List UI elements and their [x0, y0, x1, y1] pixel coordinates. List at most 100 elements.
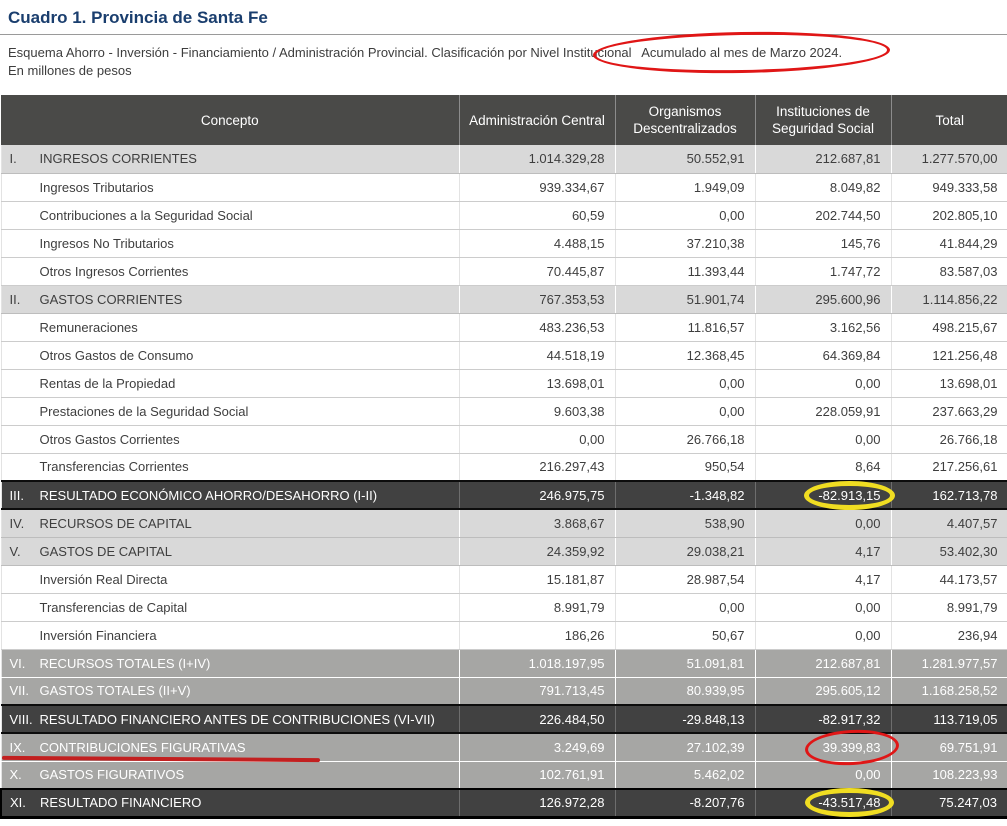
value-text: 0,00 [579, 431, 605, 447]
value-cell: 5.462,02 [615, 761, 756, 790]
subtitle-line: Esquema Ahorro - Inversión - Financiamie… [8, 44, 999, 61]
table-row: Transferencias de Capital 8.991,79 0,00 0,0… [0, 593, 1007, 622]
row-label: GASTOS TOTALES (II+V) [39, 683, 191, 699]
concept-cell: Ingresos No Tributarios [0, 229, 460, 258]
value-cell: 217.256,61 [891, 453, 1007, 482]
value-cell: 51.091,81 [615, 649, 756, 678]
value-text: 295.600,96 [815, 291, 881, 307]
value-text: 212.687,81 [815, 655, 881, 671]
table-row: Otros Gastos Corrientes 0,00 26.766,18 0,00… [0, 425, 1007, 454]
concept-cell: Rentas de la Propiedad [0, 369, 460, 398]
value-cell: 121.256,48 [891, 341, 1007, 370]
row-label: Inversión Financiera [39, 627, 157, 643]
table-row: X. GASTOS FIGURATIVOS 102.761,91 5.462,02 0,… [0, 761, 1007, 790]
table-row: I. INGRESOS CORRIENTES 1.014.329,28 50.552,… [0, 145, 1007, 174]
concept-cell: Remuneraciones [0, 313, 460, 342]
value-cell: 0,00 [615, 201, 756, 230]
value-text: 0,00 [855, 627, 881, 643]
value-text: 1.014.329,28 [528, 151, 605, 167]
value-text: 1.281.977,57 [921, 655, 998, 671]
value-cell: 4.407,57 [891, 509, 1007, 538]
row-label: RESULTADO FINANCIERO [40, 795, 202, 811]
header-administracion-central: Administración Central [459, 95, 616, 145]
row-numeral: IX. [9, 739, 26, 755]
concept-cell: Transferencias Corrientes [0, 453, 460, 482]
value-text: 3.868,67 [553, 515, 605, 531]
row-numeral: X. [9, 767, 22, 783]
value-cell: 498.215,67 [891, 313, 1007, 342]
page-title: Cuadro 1. Provincia de Santa Fe [8, 8, 268, 27]
concept-cell: Inversión Real Directa [0, 565, 460, 594]
row-label: Ingresos Tributarios [39, 179, 154, 195]
value-cell: 44.173,57 [891, 565, 1007, 594]
table-row: Ingresos Tributarios 939.334,67 1.949,09 8.… [0, 173, 1007, 202]
value-text: 4.407,57 [946, 515, 998, 531]
value-text: 11.393,44 [687, 263, 745, 279]
value-text: 121.256,48 [932, 347, 998, 363]
value-text: 162.713,78 [932, 487, 998, 503]
value-cell: 8,64 [755, 453, 892, 482]
value-text: 0,00 [855, 431, 881, 447]
row-label: Otros Gastos Corrientes [39, 431, 180, 447]
value-cell: 295.605,12 [755, 677, 892, 706]
value-text: 24.359,92 [546, 543, 605, 559]
value-text: 75.247,03 [939, 795, 997, 811]
value-cell: 949.333,58 [891, 173, 1007, 202]
row-label: Inversión Real Directa [39, 571, 168, 587]
value-cell: 246.975,75 [459, 480, 616, 510]
concept-cell: Ingresos Tributarios [0, 173, 460, 202]
table-row: VIII. RESULTADO FINANCIERO ANTES DE CONTR… [0, 704, 1007, 734]
value-cell: 108.223,93 [891, 761, 1007, 790]
value-text: 8,64 [855, 459, 881, 475]
table-row: VI. RECURSOS TOTALES (I+IV) 1.018.197,95 51… [0, 649, 1007, 678]
value-cell: 113.719,05 [891, 704, 1007, 734]
concept-cell: VI. RECURSOS TOTALES (I+IV) [0, 649, 460, 678]
table-body: I. INGRESOS CORRIENTES 1.014.329,28 50.552,… [0, 145, 1007, 819]
value-cell: 29.038,21 [615, 537, 756, 566]
value-cell: 767.353,53 [459, 285, 616, 314]
value-text: 83.587,03 [939, 263, 998, 279]
row-numeral: III. [9, 487, 24, 503]
value-text: 4,17 [855, 543, 881, 559]
value-text: 295.605,12 [815, 683, 881, 699]
row-label: Otros Ingresos Corrientes [39, 263, 189, 279]
value-cell: 4,17 [755, 537, 892, 566]
value-text: 939.334,67 [539, 179, 605, 195]
value-cell: 1.018.197,95 [459, 649, 616, 678]
value-text: 108.223,93 [932, 767, 998, 783]
value-cell: 1.168.258,52 [891, 677, 1007, 706]
value-text: -29.848,13 [682, 711, 745, 727]
row-numeral: VIII. [9, 711, 33, 727]
concept-cell: Contribuciones a la Seguridad Social [0, 201, 460, 230]
value-cell: 212.687,81 [755, 145, 892, 174]
value-text: 51.901,74 [686, 291, 745, 307]
value-cell: -82.917,32 [755, 704, 892, 734]
value-text: -1.348,82 [689, 487, 745, 503]
value-text: 1.747,72 [829, 263, 881, 279]
table-row: IV. RECURSOS DE CAPITAL 3.868,67 538,90 0,00… [0, 509, 1007, 538]
value-text: 8.991,79 [946, 599, 998, 615]
row-numeral: II. [9, 291, 21, 307]
value-cell: 0,00 [459, 425, 616, 454]
value-cell: 0,00 [755, 761, 892, 790]
concept-cell: IX. CONTRIBUCIONES FIGURATIVAS [0, 733, 460, 762]
header-row: Concepto Administración Central Organism… [1, 95, 1007, 145]
value-text: 202.805,10 [932, 207, 998, 223]
header-concepto: Concepto [1, 95, 460, 145]
value-cell: 791.713,45 [459, 677, 616, 706]
value-text: 949.333,58 [932, 179, 998, 195]
value-cell: 39.399,83 [755, 733, 892, 762]
concept-cell: V. GASTOS DE CAPITAL [0, 537, 460, 566]
row-label: Prestaciones de la Seguridad Social [39, 403, 249, 419]
report-meta: Esquema Ahorro - Inversión - Financiamie… [0, 35, 1007, 79]
subtitle-text: Esquema Ahorro - Inversión - Financiamie… [8, 45, 632, 60]
fiscal-table: Concepto Administración Central Organism… [0, 95, 1007, 819]
value-text: 26.766,18 [686, 431, 745, 447]
table-row: Contribuciones a la Seguridad Social 60,5… [0, 201, 1007, 230]
concept-cell: Inversión Financiera [0, 621, 460, 650]
value-cell: 8.049,82 [755, 173, 892, 202]
value-cell: 145,76 [755, 229, 892, 258]
value-cell: 0,00 [615, 369, 756, 398]
concept-cell: IV. RECURSOS DE CAPITAL [0, 509, 460, 538]
value-cell: 202.805,10 [891, 201, 1007, 230]
